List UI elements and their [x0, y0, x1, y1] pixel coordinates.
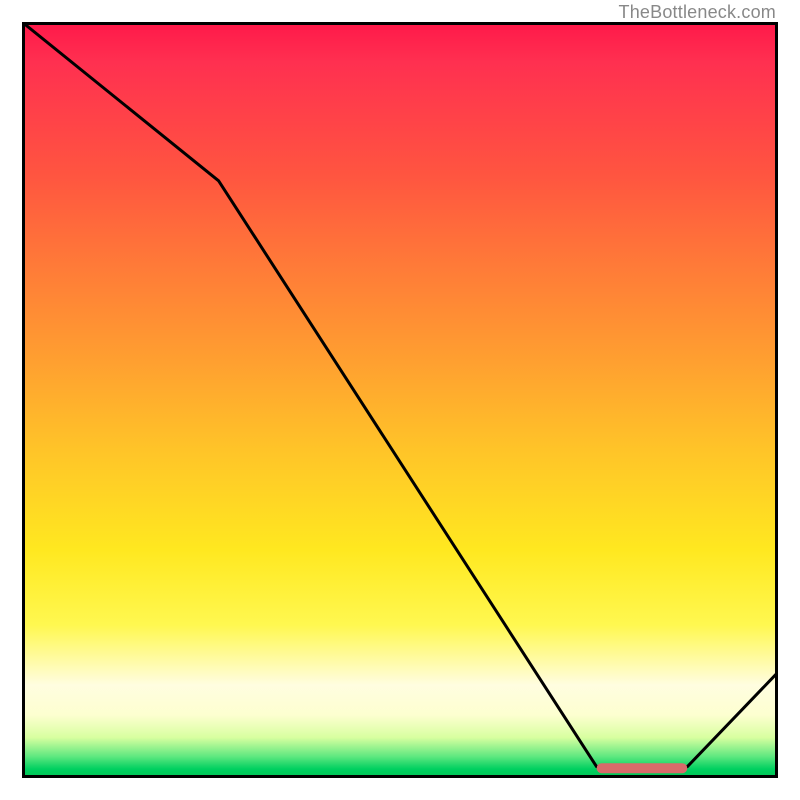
- plot-area: [22, 22, 778, 778]
- watermark-text: TheBottleneck.com: [619, 2, 776, 23]
- bottleneck-chart: TheBottleneck.com: [0, 0, 800, 800]
